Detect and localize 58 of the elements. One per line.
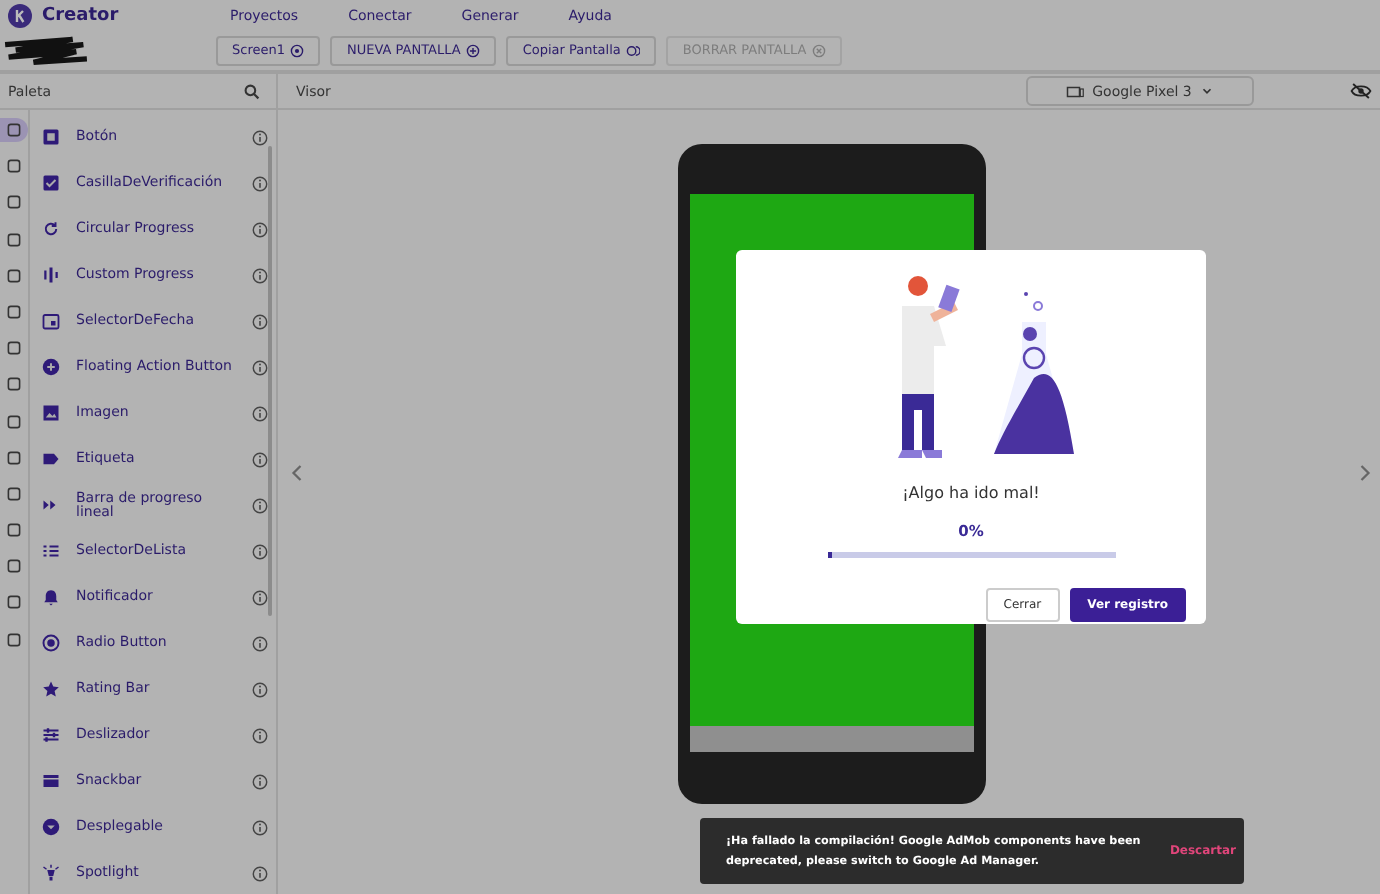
- rounded-square-icon: [6, 194, 22, 211]
- chevron-left-icon[interactable]: [290, 461, 304, 483]
- info-icon[interactable]: [252, 221, 268, 237]
- info-icon[interactable]: [252, 589, 268, 605]
- caret-icon: [1199, 84, 1214, 98]
- info-icon[interactable]: [252, 313, 268, 329]
- redaction-scribble-drawing: [0, 34, 92, 66]
- plus-circle-icon: [466, 43, 481, 57]
- category-tab[interactable]: [0, 118, 28, 142]
- target-icon: [290, 43, 305, 57]
- image-icon: [42, 404, 60, 422]
- star-icon: [42, 680, 60, 698]
- scrollbar[interactable]: [268, 146, 272, 616]
- radio-icon: [42, 634, 60, 652]
- rounded-square-icon: [6, 413, 22, 429]
- rounded-square-icon: [6, 631, 22, 648]
- rounded-square-icon: [6, 594, 22, 611]
- rounded-square-icon: [6, 449, 22, 466]
- info-icon[interactable]: [252, 129, 268, 145]
- info-icon[interactable]: [252, 543, 268, 559]
- button-icon: [42, 128, 60, 146]
- info-icon[interactable]: [252, 451, 268, 467]
- info-icon[interactable]: [252, 681, 268, 697]
- close-circle-icon: [812, 43, 827, 57]
- eye-off-icon[interactable]: [1350, 82, 1372, 100]
- rounded-square-icon: [6, 376, 22, 393]
- chevron-right-icon[interactable]: [1358, 461, 1372, 483]
- dropdown-icon: [42, 818, 60, 836]
- info-icon[interactable]: [252, 405, 268, 421]
- device-icon: [1066, 83, 1085, 99]
- bell-icon: [42, 588, 60, 606]
- rounded-square-icon: [6, 558, 22, 575]
- rounded-square-icon: [6, 303, 22, 320]
- info-icon[interactable]: [252, 773, 268, 789]
- info-icon[interactable]: [252, 497, 268, 513]
- rounded-square-icon: [6, 158, 22, 175]
- list-icon: [42, 542, 60, 560]
- rounded-square-icon: [6, 340, 22, 357]
- info-icon[interactable]: [252, 819, 268, 835]
- rounded-square-icon: [6, 522, 22, 539]
- label-icon: [42, 450, 60, 468]
- info-icon[interactable]: [252, 727, 268, 743]
- rounded-square-icon: [6, 485, 22, 502]
- copy-icon: [626, 43, 641, 57]
- info-icon[interactable]: [252, 865, 268, 881]
- rounded-square-icon: [6, 267, 22, 284]
- info-icon[interactable]: [252, 635, 268, 651]
- brand-name: Creator: [42, 5, 119, 25]
- rounded-square-icon: [6, 231, 22, 248]
- info-icon[interactable]: [252, 175, 268, 191]
- info-icon[interactable]: [252, 267, 268, 283]
- slider-icon: [42, 726, 60, 744]
- checkbox-icon: [42, 174, 60, 192]
- rounded-square-icon: [6, 122, 22, 138]
- spotlight-icon: [42, 864, 60, 882]
- dialog-title: ¡Algo ha ido mal!: [902, 484, 1040, 502]
- info-icon[interactable]: [252, 359, 268, 375]
- search-icon[interactable]: [244, 83, 260, 99]
